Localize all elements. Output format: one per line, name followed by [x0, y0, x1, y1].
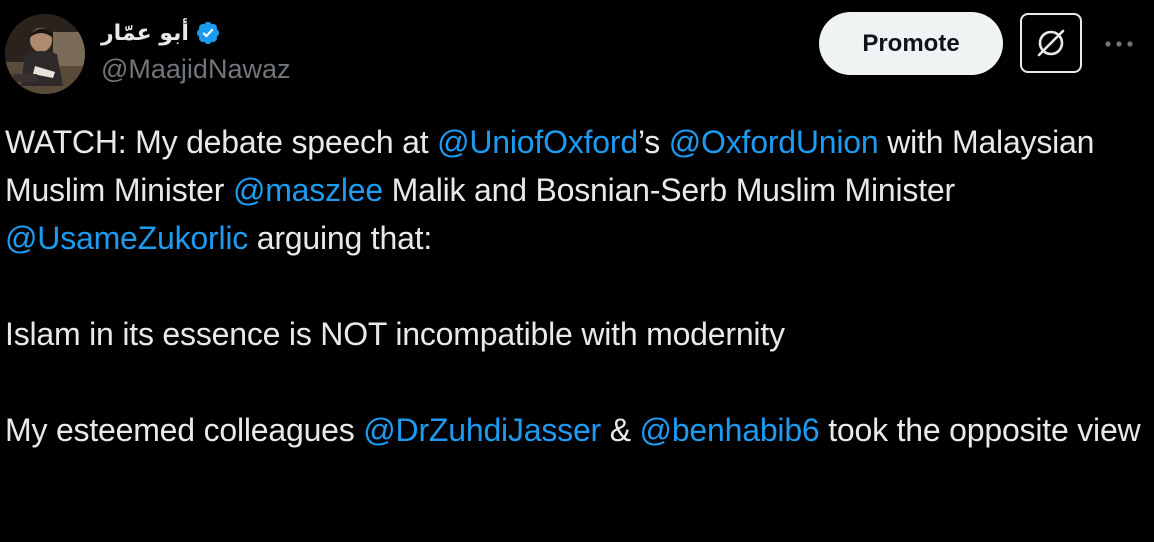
text-segment: arguing that: [248, 220, 433, 256]
mention-link[interactable]: @UniofOxford [437, 124, 638, 160]
verified-badge-icon[interactable] [195, 20, 221, 46]
tweet-text: WATCH: My debate speech at @UniofOxford’… [5, 118, 1145, 454]
text-segment: ’s [637, 124, 669, 160]
mention-link[interactable]: @UsameZukorlic [5, 220, 248, 256]
text-segment: took the opposite view [819, 412, 1141, 448]
mention-link[interactable]: @DrZuhdiJasser [363, 412, 601, 448]
text-segment: & [601, 412, 640, 448]
text-segment: My esteemed colleagues [5, 412, 364, 448]
tweet-paragraph-2: Islam in its essence is NOT incompatible… [5, 310, 1145, 358]
tweet-paragraph-1: WATCH: My debate speech at @UniofOxford’… [5, 118, 1145, 262]
text-segment: WATCH: My debate speech at [5, 124, 438, 160]
promote-button[interactable]: Promote [819, 12, 1003, 75]
grok-button[interactable] [1020, 13, 1082, 73]
text-segment: Malik and Bosnian-Serb Muslim Minister [382, 172, 955, 208]
tweet: أبو عمّار @MaajidNawaz Promote WATCH: My… [0, 0, 1154, 542]
avatar[interactable] [5, 14, 85, 94]
author-handle[interactable]: @MaajidNawaz [101, 54, 290, 85]
mention-link[interactable]: @OxfordUnion [669, 124, 879, 160]
more-options-icon[interactable] [1099, 24, 1139, 64]
tweet-paragraph-3: My esteemed colleagues @DrZuhdiJasser & … [5, 406, 1145, 454]
text-segment: Islam in its essence is NOT incompatible… [5, 316, 785, 352]
mention-link[interactable]: @maszlee [233, 172, 383, 208]
grok-icon [1037, 29, 1065, 57]
author-display-name[interactable]: أبو عمّار [101, 21, 189, 46]
mention-link[interactable]: @benhabib6 [640, 412, 820, 448]
author-name-row: أبو عمّار [101, 14, 221, 52]
profile-photo-icon [5, 14, 85, 94]
